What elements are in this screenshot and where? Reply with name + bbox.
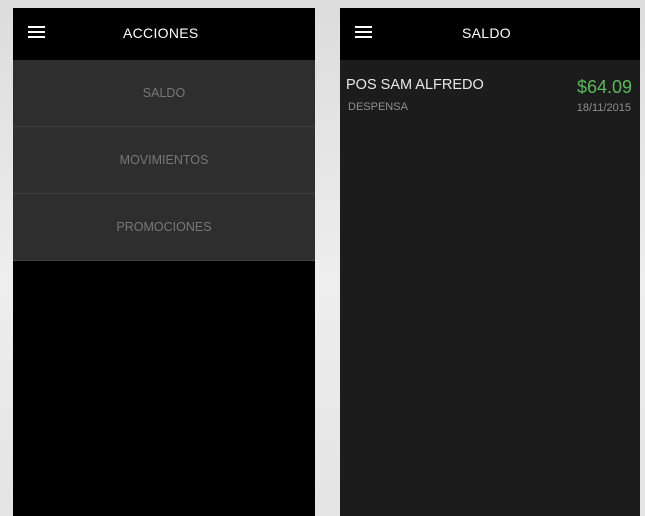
app-bar: SALDO bbox=[340, 8, 640, 60]
actions-menu: SALDO MOVIMIENTOS PROMOCIONES bbox=[13, 60, 315, 261]
app-bar: ACCIONES bbox=[13, 8, 315, 60]
menu-item-movimientos[interactable]: MOVIMIENTOS bbox=[13, 127, 315, 194]
transaction-list: POS SAM ALFREDO DESPENSA $64.09 18/11/20… bbox=[340, 60, 640, 122]
acciones-screen: ACCIONES SALDO MOVIMIENTOS PROMOCIONES bbox=[13, 8, 315, 516]
transaction-category: DESPENSA bbox=[348, 101, 408, 113]
hamburger-menu-icon[interactable] bbox=[28, 26, 45, 39]
transaction-amount: $64.09 bbox=[576, 77, 632, 97]
transaction-row[interactable]: POS SAM ALFREDO DESPENSA $64.09 18/11/20… bbox=[340, 60, 640, 122]
saldo-screen: SALDO POS SAM ALFREDO DESPENSA $64.09 18… bbox=[340, 8, 640, 516]
menu-item-promociones[interactable]: PROMOCIONES bbox=[13, 194, 315, 261]
transaction-date: 18/11/2015 bbox=[576, 102, 631, 114]
page-title: ACCIONES bbox=[123, 25, 199, 41]
merchant-name: POS SAM ALFREDO bbox=[346, 77, 484, 93]
page-title: SALDO bbox=[462, 25, 511, 41]
hamburger-menu-icon[interactable] bbox=[355, 26, 372, 39]
menu-item-saldo[interactable]: SALDO bbox=[13, 60, 315, 127]
